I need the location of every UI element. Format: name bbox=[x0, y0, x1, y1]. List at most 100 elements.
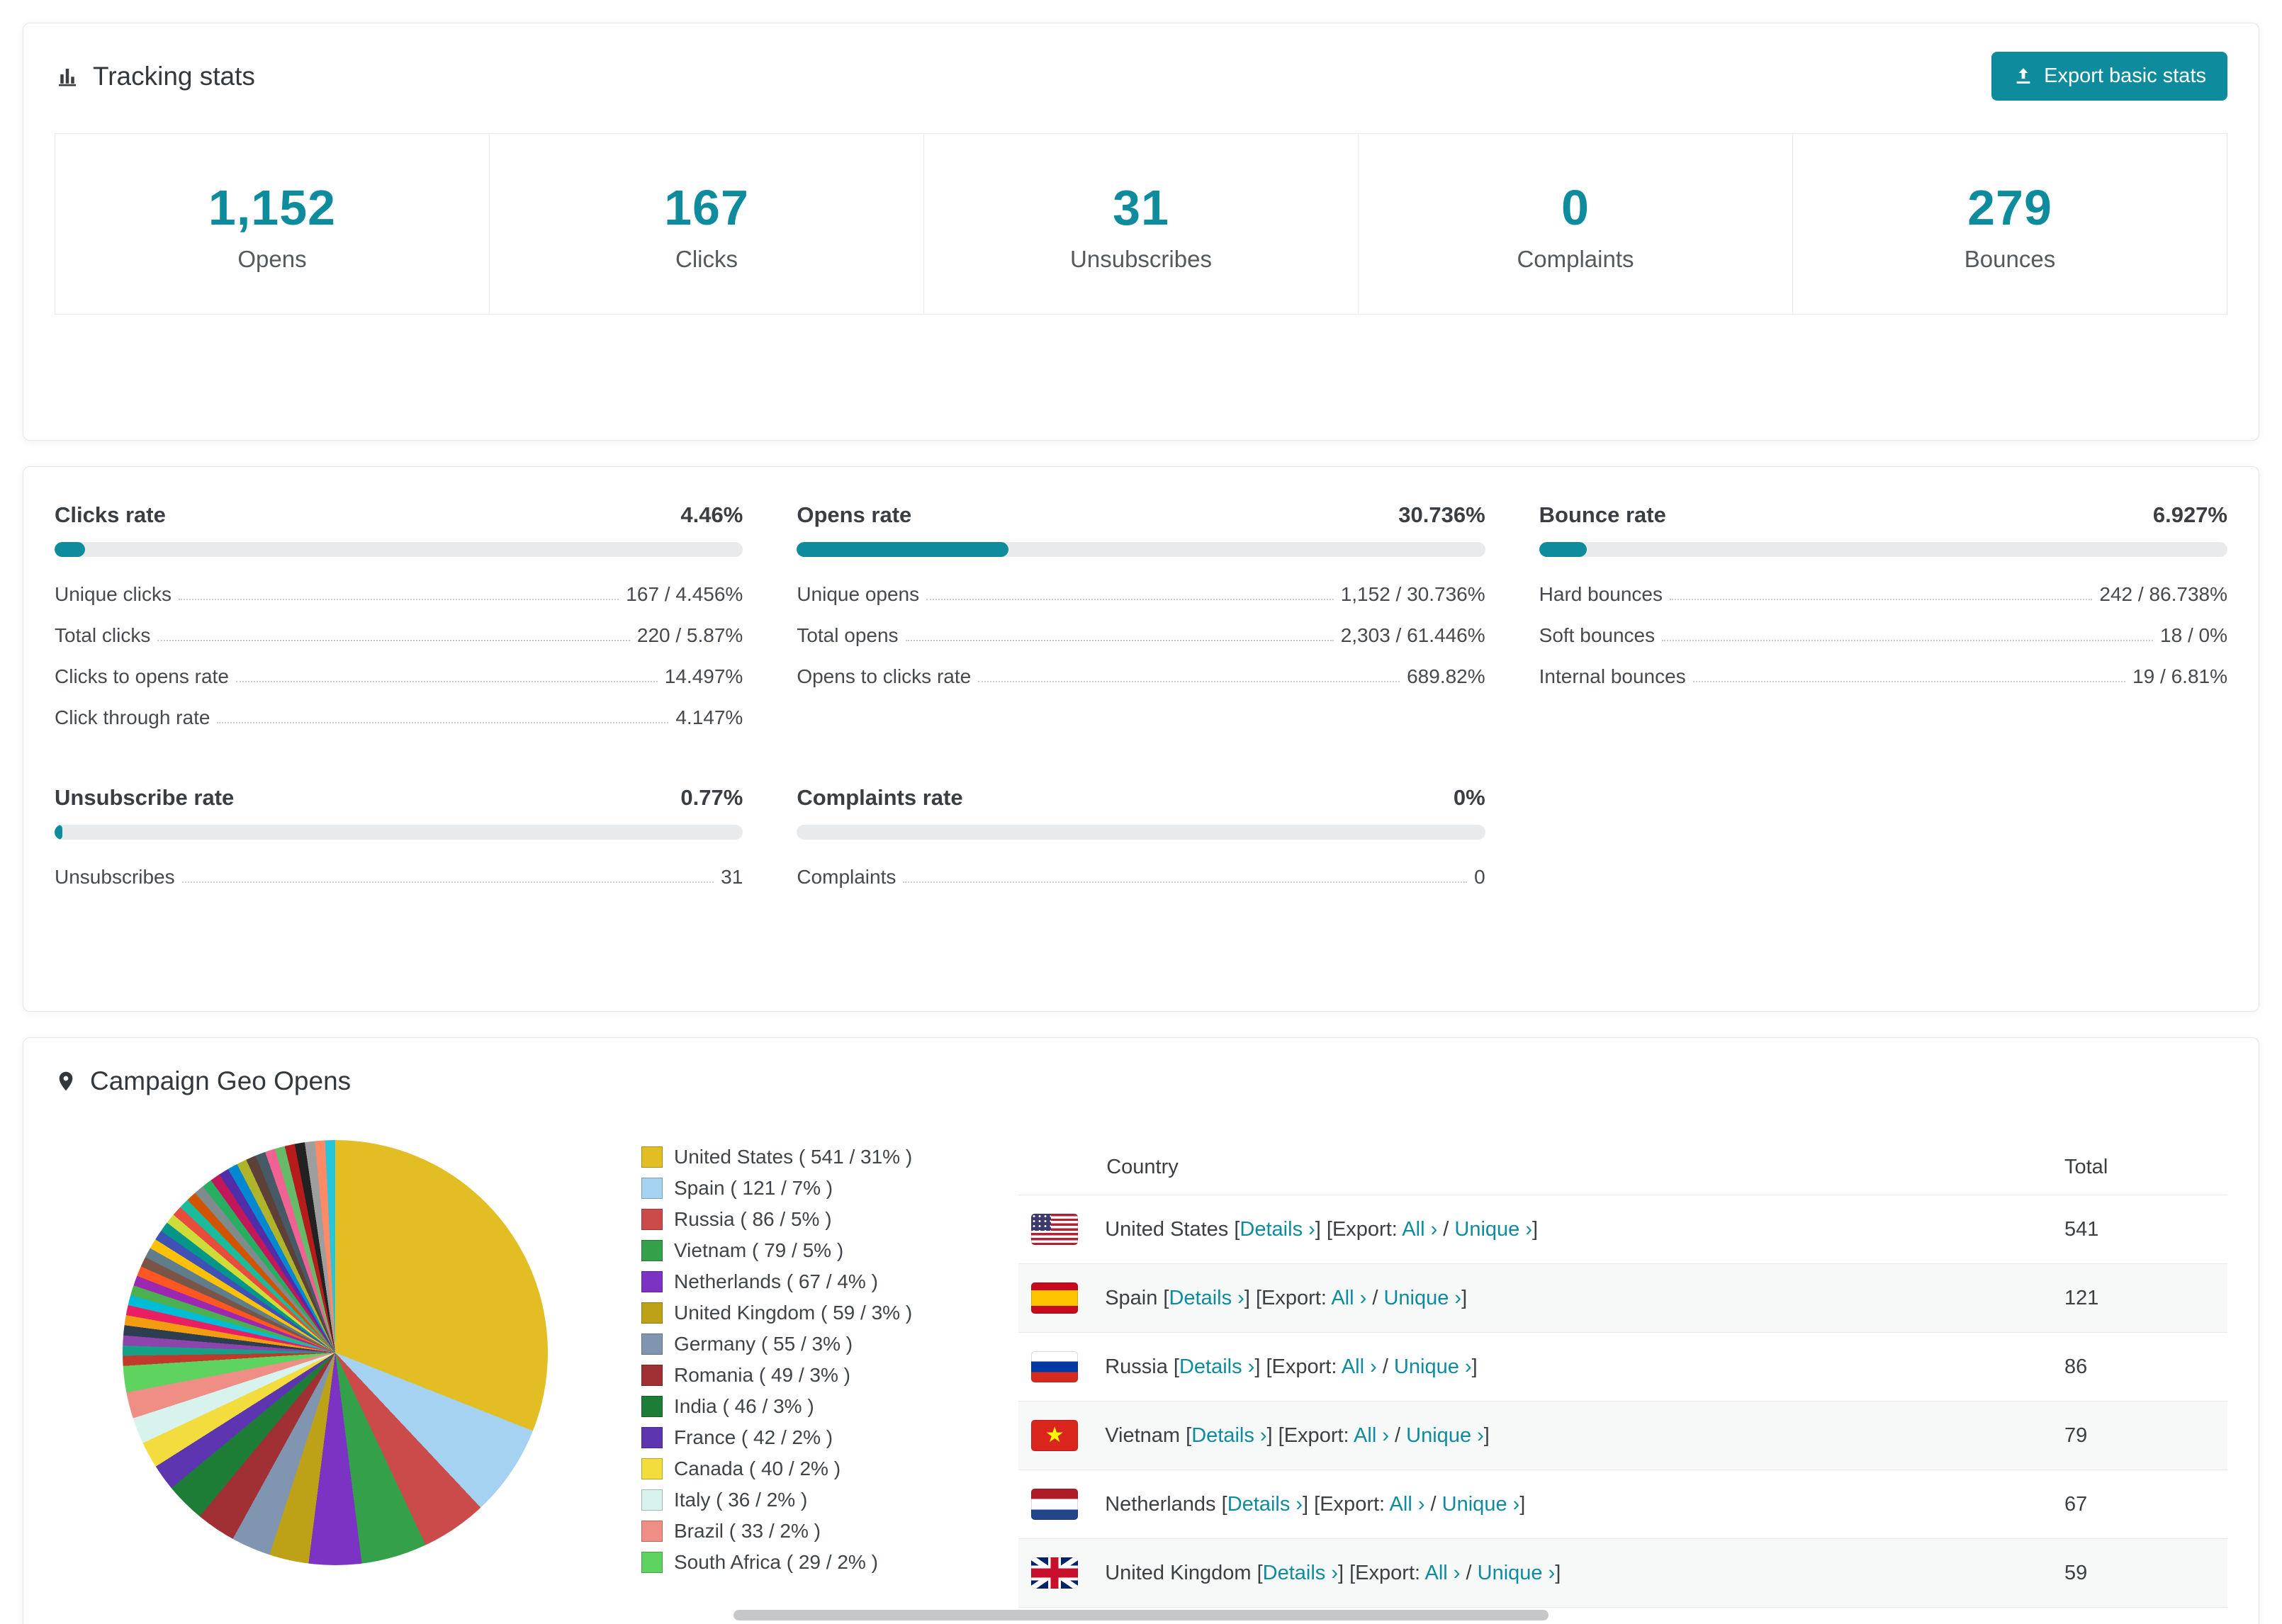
column-header-country: Country bbox=[1106, 1156, 1179, 1178]
legend-item-spain[interactable]: Spain ( 121 / 7% ) bbox=[641, 1177, 912, 1200]
country-cell: Spain [Details ›] [Export: All › / Uniqu… bbox=[1105, 1287, 2064, 1310]
rates-card: Clicks rate 4.46% Unique clicks 167 / 4.456… bbox=[23, 466, 2259, 1012]
export-unique-link[interactable]: Unique › bbox=[1442, 1493, 1520, 1516]
rate-percentage: 0% bbox=[1453, 785, 1485, 810]
rate-block-opens-rate: Opens rate 30.736% Unique opens 1,152 / 30.… bbox=[797, 502, 1485, 738]
geo-content: United States ( 541 / 31% ) Spain ( 121 /… bbox=[55, 1140, 2227, 1624]
metric-label: Complaints bbox=[797, 866, 896, 888]
export-basic-stats-button[interactable]: Export basic stats bbox=[1991, 52, 2227, 101]
progress-bar-fill bbox=[55, 825, 62, 840]
legend-item-vietnam[interactable]: Vietnam ( 79 / 5% ) bbox=[641, 1239, 912, 1262]
slash-text: / bbox=[1366, 1286, 1384, 1309]
legend-item-france[interactable]: France ( 42 / 2% ) bbox=[641, 1426, 912, 1449]
legend-item-india[interactable]: India ( 46 / 3% ) bbox=[641, 1395, 912, 1418]
legend-item-brazil[interactable]: Brazil ( 33 / 2% ) bbox=[641, 1520, 912, 1543]
country-total: 86 bbox=[2064, 1355, 2088, 1378]
rate-title: Clicks rate bbox=[55, 502, 166, 527]
rate-head: Unsubscribe rate 0.77% bbox=[55, 785, 743, 811]
table-row: Netherlands [Details ›] [Export: All › /… bbox=[1018, 1470, 2227, 1538]
legend-label: United States ( 541 / 31% ) bbox=[674, 1146, 913, 1168]
flag-russia-icon bbox=[1031, 1351, 1079, 1382]
legend-item-canada[interactable]: Canada ( 40 / 2% ) bbox=[641, 1457, 912, 1480]
country-total: 79 bbox=[2064, 1423, 2088, 1447]
rate-rows: Unique opens 1,152 / 30.736% Total opens 2,… bbox=[797, 574, 1485, 697]
legend-label: India ( 46 / 3% ) bbox=[674, 1395, 814, 1417]
bracket-text: ] bbox=[1461, 1286, 1468, 1309]
country-cell: United Kingdom [Details ›] [Export: All … bbox=[1105, 1562, 2064, 1585]
tracking-stats-card: Tracking stats Export basic stats 1,152 O… bbox=[23, 23, 2259, 441]
metric-label: Soft bounces bbox=[1539, 624, 1656, 646]
stat-complaints: 0 Complaints bbox=[1358, 134, 1792, 314]
export-all-link[interactable]: All › bbox=[1390, 1493, 1425, 1516]
rate-block-unsubscribe-rate: Unsubscribe rate 0.77% Unsubscribes 31 bbox=[55, 785, 743, 898]
flag-united-states-icon bbox=[1031, 1214, 1079, 1245]
export-button-label: Export basic stats bbox=[2044, 64, 2206, 87]
rate-title: Opens rate bbox=[797, 502, 912, 527]
rate-rows: Hard bounces 242 / 86.738% Soft bounces 18 … bbox=[1539, 574, 2227, 697]
bracket-text: [ bbox=[1215, 1492, 1227, 1516]
export-unique-link[interactable]: Unique › bbox=[1394, 1355, 1472, 1378]
metric-value: 689.82% bbox=[1407, 665, 1485, 687]
legend-item-united-kingdom[interactable]: United Kingdom ( 59 / 3% ) bbox=[641, 1302, 912, 1324]
export-all-link[interactable]: All › bbox=[1402, 1218, 1437, 1241]
legend-item-netherlands[interactable]: Netherlands ( 67 / 4% ) bbox=[641, 1270, 912, 1293]
legend-swatch bbox=[641, 1178, 663, 1199]
rate-rows: Complaints 0 bbox=[797, 857, 1485, 898]
country-name: Spain bbox=[1105, 1286, 1158, 1309]
rate-head: Bounce rate 6.927% bbox=[1539, 502, 2227, 528]
details-link[interactable]: Details › bbox=[1240, 1218, 1315, 1241]
legend-swatch bbox=[641, 1396, 663, 1417]
progress-bar-fill bbox=[55, 542, 86, 557]
bracket-text: ] [Export: bbox=[1254, 1355, 1342, 1378]
table-row: United Kingdom [Details ›] [Export: All … bbox=[1018, 1538, 2227, 1607]
metric-value: 18 / 0% bbox=[2160, 624, 2227, 646]
legend-swatch bbox=[641, 1458, 663, 1479]
bracket-text: ] bbox=[1555, 1561, 1561, 1584]
metric-row: Clicks to opens rate 14.497% bbox=[55, 656, 743, 697]
metric-value: 167 / 4.456% bbox=[626, 583, 743, 605]
country-name: Netherlands bbox=[1105, 1492, 1216, 1516]
details-link[interactable]: Details › bbox=[1191, 1424, 1266, 1447]
legend-item-romania[interactable]: Romania ( 49 / 3% ) bbox=[641, 1364, 912, 1387]
bracket-text: ] [Export: bbox=[1266, 1423, 1354, 1447]
country-total: 121 bbox=[2064, 1286, 2099, 1309]
bar-chart-icon bbox=[59, 68, 76, 86]
country-name: United States bbox=[1105, 1217, 1229, 1241]
legend-swatch bbox=[641, 1302, 663, 1324]
slash-text: / bbox=[1389, 1423, 1407, 1447]
export-unique-link[interactable]: Unique › bbox=[1383, 1287, 1461, 1309]
metric-row: Click through rate 4.147% bbox=[55, 697, 743, 738]
bracket-text: [ bbox=[1157, 1286, 1169, 1309]
export-unique-link[interactable]: Unique › bbox=[1454, 1218, 1532, 1241]
stat-value: 279 bbox=[1967, 180, 2052, 235]
details-link[interactable]: Details › bbox=[1179, 1355, 1254, 1378]
legend-item-italy[interactable]: Italy ( 36 / 2% ) bbox=[641, 1489, 912, 1511]
table-row: Vietnam [Details ›] [Export: All › / Uni… bbox=[1018, 1401, 2227, 1470]
horizontal-scrollbar[interactable] bbox=[734, 1610, 1548, 1620]
legend-item-united-states[interactable]: United States ( 541 / 31% ) bbox=[641, 1146, 912, 1168]
legend-item-south-africa[interactable]: South Africa ( 29 / 2% ) bbox=[641, 1551, 912, 1574]
export-unique-link[interactable]: Unique › bbox=[1406, 1424, 1484, 1447]
stats-summary-row: 1,152 Opens 167 Clicks 31 Unsubscribes 0 Compla… bbox=[55, 133, 2227, 315]
export-all-link[interactable]: All › bbox=[1354, 1424, 1389, 1447]
legend-label: Netherlands ( 67 / 4% ) bbox=[674, 1270, 878, 1292]
country-total: 59 bbox=[2064, 1561, 2088, 1584]
export-all-link[interactable]: All › bbox=[1331, 1287, 1366, 1309]
legend-item-germany[interactable]: Germany ( 55 / 3% ) bbox=[641, 1333, 912, 1355]
details-link[interactable]: Details › bbox=[1227, 1493, 1303, 1516]
details-link[interactable]: Details › bbox=[1169, 1287, 1244, 1309]
legend-swatch bbox=[641, 1427, 663, 1448]
export-all-link[interactable]: All › bbox=[1425, 1562, 1461, 1584]
metric-row: Total opens 2,303 / 61.446% bbox=[797, 615, 1485, 656]
bracket-text: ] [Export: bbox=[1315, 1217, 1403, 1241]
export-unique-link[interactable]: Unique › bbox=[1478, 1562, 1556, 1584]
export-all-link[interactable]: All › bbox=[1342, 1355, 1377, 1378]
dotted-leader bbox=[235, 681, 658, 682]
metric-row: Complaints 0 bbox=[797, 857, 1485, 898]
rate-percentage: 4.46% bbox=[680, 502, 743, 527]
details-link[interactable]: Details › bbox=[1263, 1562, 1338, 1584]
rate-head: Opens rate 30.736% bbox=[797, 502, 1485, 528]
metric-row: Unique clicks 167 / 4.456% bbox=[55, 574, 743, 615]
legend-item-russia[interactable]: Russia ( 86 / 5% ) bbox=[641, 1208, 912, 1231]
bracket-text: ] [Export: bbox=[1244, 1286, 1332, 1309]
